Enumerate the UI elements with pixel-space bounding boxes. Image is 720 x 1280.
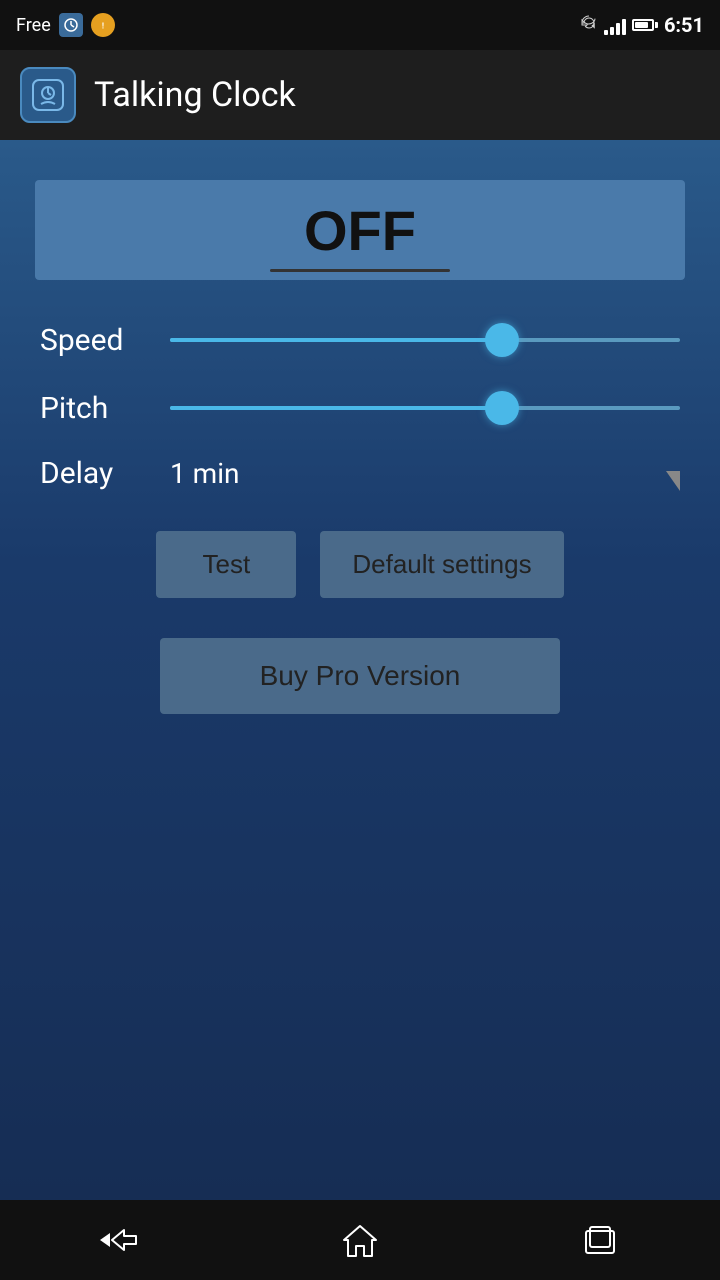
delay-row[interactable]: Delay 1 min: [30, 456, 690, 491]
speed-slider-container[interactable]: [170, 320, 680, 360]
speed-slider-track: [170, 338, 680, 342]
pitch-slider-track: [170, 406, 680, 410]
buy-pro-button[interactable]: Buy Pro Version: [160, 638, 560, 714]
delay-value: 1 min: [170, 457, 240, 490]
battery-icon: [632, 19, 658, 31]
speed-slider-fill: [170, 338, 502, 342]
home-button[interactable]: [320, 1210, 400, 1270]
pitch-slider-row: Pitch: [30, 388, 690, 428]
pitch-slider-thumb[interactable]: [485, 391, 519, 425]
status-bar: Free !: [0, 0, 720, 50]
clock-icon: [59, 13, 83, 37]
speed-slider-thumb[interactable]: [485, 323, 519, 357]
pitch-slider-container[interactable]: [170, 388, 680, 428]
status-right: 6:51: [580, 13, 704, 37]
test-button[interactable]: Test: [156, 531, 296, 598]
main-content: OFF Speed Pitch Delay 1 min Test Default…: [0, 140, 720, 1200]
app-title: Talking Clock: [94, 75, 296, 115]
alert-icon: !: [91, 13, 115, 37]
app-bar: Talking Clock: [0, 50, 720, 140]
speed-slider-row: Speed: [30, 320, 690, 360]
bottom-nav: [0, 1200, 720, 1280]
status-free-text: Free: [16, 15, 51, 36]
power-toggle-button[interactable]: OFF: [35, 180, 685, 280]
speed-label: Speed: [40, 323, 170, 358]
default-settings-button[interactable]: Default settings: [320, 531, 563, 598]
delay-dropdown-arrow-icon[interactable]: [666, 471, 680, 491]
back-button[interactable]: [80, 1210, 160, 1270]
pitch-label: Pitch: [40, 391, 170, 426]
signal-bars: [604, 15, 626, 35]
delay-label: Delay: [40, 456, 170, 491]
status-left: Free !: [16, 13, 115, 37]
pitch-slider-fill: [170, 406, 502, 410]
svg-text:!: !: [102, 22, 104, 31]
sync-icon: [580, 14, 598, 37]
action-buttons-row: Test Default settings: [30, 531, 690, 598]
app-icon: [20, 67, 76, 123]
time-display: 6:51: [664, 13, 704, 37]
off-button-container[interactable]: OFF: [35, 180, 685, 280]
recents-button[interactable]: [560, 1210, 640, 1270]
